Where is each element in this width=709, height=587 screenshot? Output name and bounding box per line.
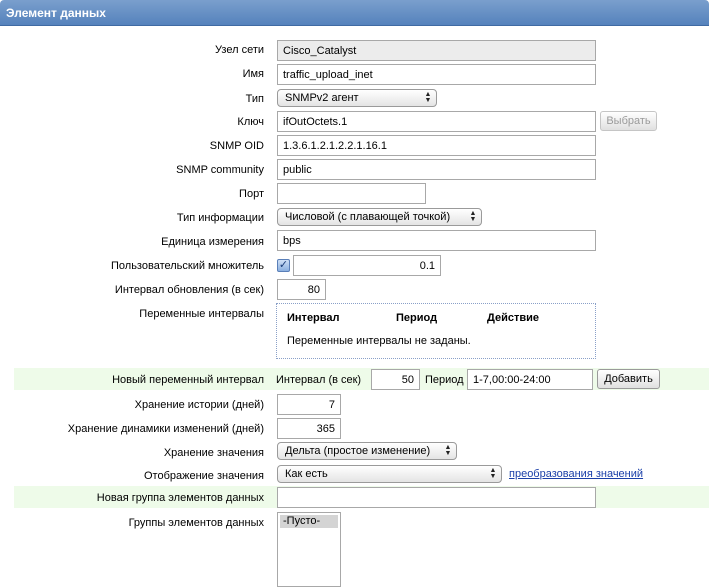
port-label: Порт — [239, 188, 264, 200]
value-mapping-link[interactable]: преобразования значений — [509, 467, 643, 481]
info-type-select-value: Числовой (с плавающей точкой) — [285, 211, 451, 223]
type-select[interactable]: SNMPv2 агент ▲ ▼ — [277, 89, 437, 107]
type-select-value: SNMPv2 агент — [285, 92, 359, 104]
new-flex-interval-label: Новый переменный интервал — [112, 374, 264, 386]
snmp-community-input[interactable]: public — [277, 159, 596, 180]
name-label: Имя — [242, 68, 264, 80]
show-value-select[interactable]: Как есть ▲ ▼ — [277, 465, 502, 483]
trends-label: Хранение динамики изменений (дней) — [67, 423, 264, 435]
flex-period-label: Период — [425, 374, 464, 386]
trends-input[interactable]: 365 — [277, 418, 341, 439]
host-label: Узел сети — [215, 44, 264, 56]
snmp-oid-input[interactable]: 1.3.6.1.2.1.2.2.1.16.1 — [277, 135, 596, 156]
type-label: Тип — [245, 93, 264, 105]
column-header-period: Период — [396, 312, 438, 324]
units-input[interactable]: bps — [277, 230, 596, 251]
multiplier-checkbox[interactable]: ✓ — [277, 259, 290, 272]
host-field: Cisco_Catalyst — [277, 40, 596, 61]
multiplier-input[interactable]: 0.1 — [293, 255, 441, 276]
flex-interval-seconds-input[interactable]: 50 — [371, 369, 420, 390]
updown-arrows-icon: ▲ ▼ — [469, 210, 477, 223]
snmp-oid-label: SNMP OID — [209, 140, 264, 152]
updown-arrows-icon: ▲ ▼ — [444, 444, 452, 457]
list-item[interactable]: -Пусто- — [280, 515, 338, 528]
port-input[interactable] — [277, 183, 426, 204]
snmp-community-label: SNMP community — [176, 164, 264, 176]
store-value-select[interactable]: Дельта (простое изменение) ▲ ▼ — [277, 442, 457, 460]
key-input[interactable]: ifOutOctets.1 — [277, 111, 596, 132]
store-value-select-value: Дельта (простое изменение) — [285, 445, 431, 457]
applications-label: Группы элементов данных — [128, 517, 264, 529]
history-label: Хранение истории (дней) — [134, 399, 264, 411]
info-type-select[interactable]: Числовой (с плавающей точкой) ▲ ▼ — [277, 208, 482, 226]
update-interval-input[interactable]: 80 — [277, 279, 326, 300]
update-interval-label: Интервал обновления (в сек) — [114, 284, 264, 296]
column-header-action: Действие — [487, 312, 539, 324]
new-application-input[interactable] — [277, 487, 596, 508]
updown-arrows-icon: ▲ ▼ — [424, 91, 432, 104]
flex-intervals-table: Интервал Период Действие Переменные инте… — [276, 303, 596, 359]
flex-intervals-label: Переменные интервалы — [139, 308, 264, 320]
updown-arrows-icon: ▲ ▼ — [489, 467, 497, 480]
form-title-bar: Элемент данных — [0, 0, 709, 26]
column-header-interval: Интервал — [287, 312, 340, 324]
units-label: Единица измерения — [161, 236, 264, 248]
multiplier-label: Пользовательский множитель — [111, 260, 264, 272]
add-flex-interval-button[interactable]: Добавить — [597, 369, 660, 389]
checkmark-icon: ✓ — [278, 259, 289, 271]
show-value-select-value: Как есть — [285, 468, 328, 480]
name-input[interactable]: traffic_upload_inet — [277, 64, 596, 85]
show-value-label: Отображение значения — [143, 470, 264, 482]
applications-listbox[interactable]: -Пусто- — [277, 512, 341, 587]
key-label: Ключ — [237, 116, 264, 128]
select-key-button[interactable]: Выбрать — [600, 111, 657, 131]
flex-intervals-empty-text: Переменные интервалы не заданы. — [287, 335, 471, 347]
new-application-label: Новая группа элементов данных — [96, 492, 264, 504]
flex-period-input[interactable]: 1-7,00:00-24:00 — [467, 369, 593, 390]
info-type-label: Тип информации — [176, 212, 264, 224]
history-input[interactable]: 7 — [277, 394, 341, 415]
flex-interval-seconds-label: Интервал (в сек) — [276, 374, 362, 386]
store-value-label: Хранение значения — [163, 447, 264, 459]
form-title: Элемент данных — [6, 6, 106, 20]
